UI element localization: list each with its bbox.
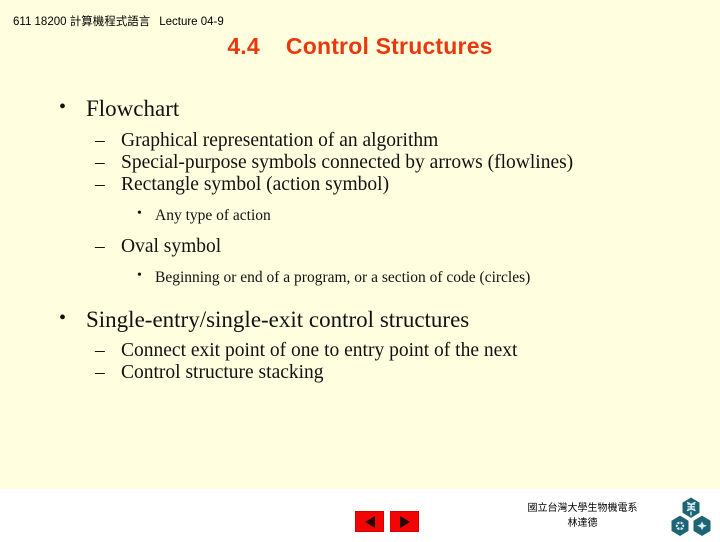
course-code: 611 18200 計算機程式語言 <box>13 16 151 28</box>
dash-marker-icon: – <box>95 129 105 151</box>
bullet-text: Control structure stacking <box>121 362 324 384</box>
bullet-level1: • Flowchart <box>55 96 720 122</box>
bullet-marker-icon: • <box>137 205 142 221</box>
footer-course-info: 611 18200 計算機程式語言 Lecture 04-9 <box>13 13 224 29</box>
bullet-level1: • Single-entry/single-exit control struc… <box>55 307 720 333</box>
bullet-text: Special-purpose symbols connected by arr… <box>121 151 574 173</box>
bullet-marker-icon: • <box>137 267 142 283</box>
previous-slide-button[interactable] <box>356 512 383 531</box>
department-name: 國立台灣大學生物機電系 <box>527 503 638 514</box>
slide-navigation <box>356 512 418 531</box>
bullet-text: Oval symbol <box>121 235 222 257</box>
instructor-name: 林達德 <box>567 517 598 529</box>
bullet-text: Connect exit point of one to entry point… <box>121 340 518 362</box>
bullet-text: Any type of action <box>155 206 271 224</box>
bullet-level2: – Graphical representation of an algorit… <box>95 130 720 152</box>
bullet-text: Beginning or end of a program, or a sect… <box>155 268 531 286</box>
footer-department-info: 國立台灣大學生物機電系 林達德 <box>505 502 660 531</box>
bullet-level2: – Special-purpose symbols connected by a… <box>95 152 720 174</box>
slide-title-text: Control Structures <box>285 33 493 59</box>
bullet-marker-icon: • <box>59 96 67 118</box>
dash-marker-icon: – <box>95 173 105 195</box>
slide-title: 4.4 Control Structures <box>0 33 720 60</box>
slide-body: • Flowchart – Graphical representation o… <box>0 96 720 384</box>
bullet-text: Rectangle symbol (action symbol) <box>121 173 390 195</box>
dash-marker-icon: – <box>95 151 105 173</box>
triangle-left-icon <box>364 515 375 528</box>
bullet-level2: – Control structure stacking <box>95 362 720 384</box>
bullet-level2: – Oval symbol <box>95 236 720 258</box>
lecture-number: Lecture 04-9 <box>159 16 224 28</box>
bullet-level2: – Connect exit point of one to entry poi… <box>95 340 720 362</box>
bullet-level3: • Beginning or end of a program, or a se… <box>137 267 720 287</box>
next-slide-button[interactable] <box>391 512 418 531</box>
bullet-marker-icon: • <box>59 306 67 329</box>
dash-marker-icon: – <box>95 235 105 257</box>
slide-title-number: 4.4 <box>227 33 260 59</box>
bullet-text: Graphical representation of an algorithm <box>121 129 439 151</box>
bullet-text: Single-entry/single-exit control structu… <box>86 306 470 332</box>
bullet-level3: • Any type of action <box>137 205 720 225</box>
bullet-level2: – Rectangle symbol (action symbol) <box>95 174 720 196</box>
bullet-text: Flowchart <box>86 96 180 121</box>
dash-marker-icon: – <box>95 362 105 384</box>
slide: 4.4 Control Structures • Flowchart – Grap… <box>0 0 720 540</box>
ntu-bime-logo <box>668 497 714 537</box>
triangle-right-icon <box>399 515 410 528</box>
dash-marker-icon: – <box>95 340 105 362</box>
